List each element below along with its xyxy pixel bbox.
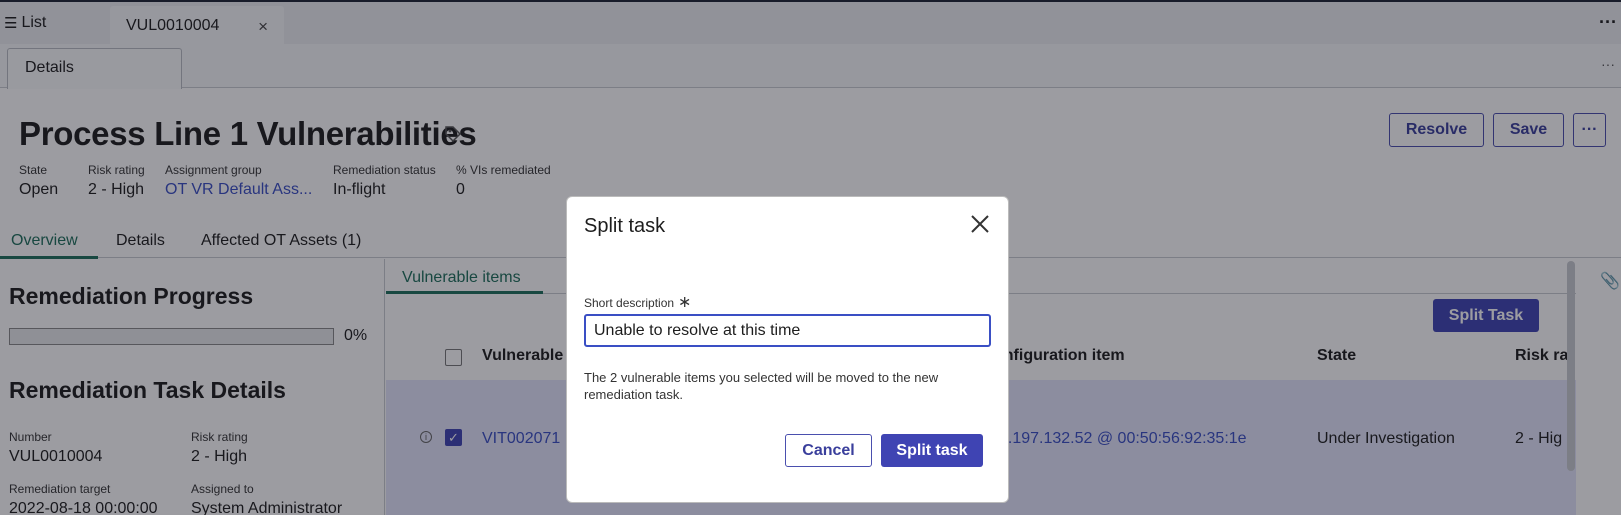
split-task-dialog: Split task Short description∗ The 2 vuln… xyxy=(566,196,1009,503)
dialog-message: The 2 vulnerable items you selected will… xyxy=(584,370,939,402)
close-icon[interactable] xyxy=(969,213,991,235)
split-task-confirm-button[interactable]: Split task xyxy=(881,434,983,467)
field-label-text: Short description xyxy=(584,296,675,310)
required-mark: ∗ xyxy=(678,294,692,311)
short-description-label: Short description ∗ xyxy=(584,292,691,312)
cancel-button[interactable]: Cancel xyxy=(785,434,872,467)
dialog-title: Split task xyxy=(584,215,666,237)
short-description-input[interactable] xyxy=(584,314,991,347)
